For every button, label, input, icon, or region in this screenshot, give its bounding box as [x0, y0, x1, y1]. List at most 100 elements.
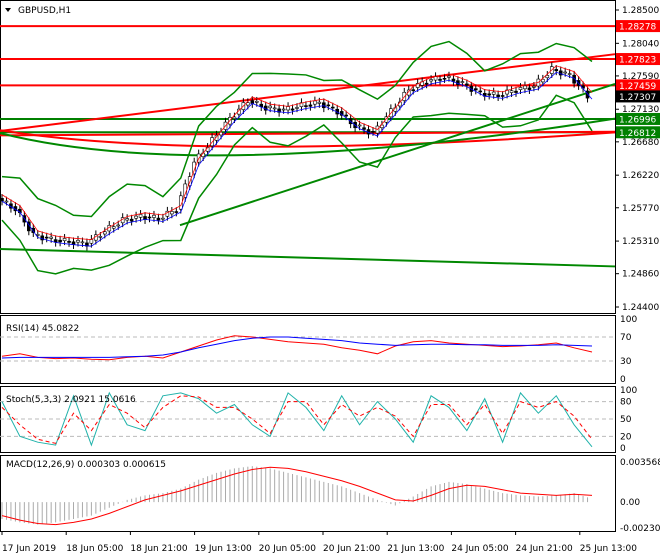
candle — [326, 104, 331, 107]
macd-tick-label: 0.003568 — [620, 458, 660, 468]
stoch-label: Stoch(5,3,3) 2.0921 15.0616 — [6, 395, 136, 405]
rsi-label: RSI(14) 45.0822 — [6, 324, 79, 334]
time-label: 17 Jun 2019 — [2, 544, 56, 554]
candle — [295, 107, 299, 109]
candle — [313, 100, 317, 105]
candle — [563, 71, 567, 74]
price-tick-label: 1.28040 — [622, 39, 659, 49]
time-label: 18 Jun 21:00 — [130, 544, 187, 554]
candle — [567, 73, 572, 75]
time-label: 20 Jun 05:00 — [259, 544, 316, 554]
candle — [447, 75, 451, 78]
time-label: 25 Jun 13:00 — [580, 544, 637, 554]
symbol-title: GBPUSD,H1 — [18, 6, 71, 16]
time-label: 24 Jun 21:00 — [516, 544, 573, 554]
candle — [487, 93, 491, 96]
trading-chart: 1.28500 1.28040 1.27590 1.27130 1.26680 1.262… — [0, 0, 660, 560]
time-label: 19 Jun 13:00 — [195, 544, 252, 554]
candle — [460, 81, 465, 83]
price-label: 1.26996 — [619, 115, 656, 125]
price-tick-label: 1.24400 — [622, 303, 659, 313]
candle — [411, 89, 416, 91]
candle — [58, 239, 62, 243]
candle — [49, 236, 53, 239]
candle — [344, 114, 348, 117]
moving-average-green — [0, 117, 616, 157]
candle — [438, 78, 442, 81]
candle — [478, 90, 483, 93]
time-label: 20 Jun 21:00 — [323, 544, 380, 554]
chart-canvas[interactable]: 1.285001.280401.275901.271301.266801.262… — [0, 0, 660, 560]
candle — [362, 127, 366, 130]
candle — [103, 231, 107, 235]
price-tick-label: 1.26680 — [622, 138, 659, 148]
candle — [424, 82, 429, 85]
candle — [170, 211, 174, 215]
time-label: 21 Jun 13:00 — [387, 544, 444, 554]
candle — [523, 85, 527, 90]
candle — [152, 214, 156, 218]
candle — [514, 90, 518, 93]
price-tick-label: 1.25770 — [622, 204, 659, 214]
stoch-tick-label: 20 — [620, 432, 632, 442]
candle — [44, 236, 49, 239]
candle — [138, 214, 143, 218]
rsi-tick-label: 0 — [620, 375, 626, 385]
price-tick-label: 1.24860 — [622, 270, 659, 280]
price-label: 1.28278 — [619, 23, 656, 33]
candle — [156, 217, 161, 221]
stoch-tick-label: 100 — [620, 386, 637, 396]
candle — [116, 224, 121, 227]
rsi-tick-label: 30 — [620, 357, 632, 367]
time-label: 18 Jun 05:00 — [66, 544, 123, 554]
panel-frame — [0, 315, 616, 384]
candle — [98, 236, 103, 238]
price-label: 1.27459 — [619, 82, 656, 92]
time-label: 24 Jun 05:00 — [451, 544, 508, 554]
bollinger-lower — [1, 94, 593, 275]
candle — [554, 69, 559, 72]
macd-label: MACD(12,26,9) 0.000303 0.000615 — [6, 460, 166, 470]
candle — [111, 226, 116, 229]
candle — [429, 79, 433, 82]
candle — [4, 200, 9, 203]
candle — [232, 116, 237, 119]
candle — [308, 104, 313, 107]
candle — [254, 100, 259, 103]
candle — [134, 215, 138, 219]
candle — [174, 211, 179, 213]
candle — [67, 240, 71, 243]
panel-frame — [0, 0, 616, 314]
stoch-tick-label: 80 — [620, 398, 632, 408]
candle — [527, 87, 532, 90]
candle — [62, 238, 67, 242]
rsi-tick-label: 100 — [620, 315, 637, 325]
price-label: 1.26812 — [619, 129, 656, 139]
candle — [80, 241, 85, 244]
price-tick-label: 1.25310 — [622, 237, 659, 247]
candle — [125, 218, 129, 221]
price-label: 1.27823 — [619, 56, 656, 66]
candle — [35, 234, 40, 236]
candle — [451, 78, 456, 82]
price-label: 1.27307 — [619, 93, 656, 103]
candle — [317, 101, 322, 104]
candle — [272, 107, 277, 110]
candle — [161, 217, 165, 220]
candle — [532, 86, 536, 88]
rsi-line — [1, 336, 593, 359]
candle — [286, 106, 290, 111]
candle — [442, 77, 447, 80]
dropdown-triangle-icon — [5, 8, 11, 12]
price-tick-label: 1.26220 — [622, 171, 659, 181]
candle — [281, 108, 286, 111]
price-tick-label: 1.28500 — [622, 6, 659, 16]
candle — [433, 76, 438, 81]
candle — [509, 90, 514, 93]
candle — [473, 88, 478, 91]
candle — [357, 124, 362, 127]
ema-slow — [1, 71, 593, 247]
rsi-tick-label: 70 — [620, 333, 632, 343]
candle — [76, 239, 80, 243]
macd-tick-label: 0.00 — [620, 498, 640, 508]
